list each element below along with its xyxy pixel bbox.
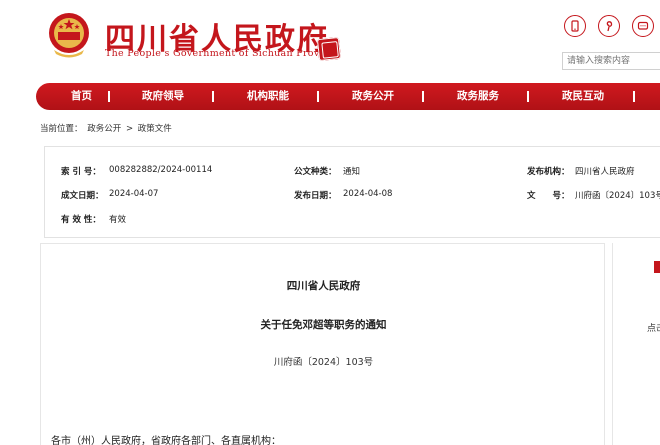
national-emblem-icon (49, 13, 89, 58)
breadcrumb-link-policy-documents[interactable]: 政策文件 (138, 124, 172, 134)
main-nav: 首页 政府领导 机构职能 政务公开 政务服务 政民互动 (36, 83, 660, 110)
site-subtitle: The People’s Government of Sichuan Provi… (105, 48, 341, 59)
nav-divider (317, 91, 319, 102)
nav-item-government-affairs[interactable]: 政务公开 (352, 83, 394, 110)
written-date-value: 2024-04-07 (109, 189, 159, 199)
nav-divider (108, 91, 110, 102)
phone-icon[interactable] (564, 15, 586, 37)
breadcrumb-separator: > (125, 124, 134, 134)
nav-item-leaders[interactable]: 政府领导 (142, 83, 184, 110)
document-body: 四川省人民政府 关于任免邓超等职务的通知 川府函〔2024〕103号 各市（州）… (40, 243, 605, 445)
written-date-label: 成文日期： (61, 191, 104, 201)
validity-label: 有 效 性： (61, 215, 101, 225)
document-salutation: 各市（州）人民政府，省政府各部门、各直属机构： (51, 436, 281, 445)
side-red-tab[interactable] (654, 261, 660, 273)
index-number-value: 008282882/2024-00114 (109, 165, 213, 175)
nav-divider (633, 91, 635, 102)
nav-item-services[interactable]: 政务服务 (457, 83, 499, 110)
seal-icon (316, 36, 342, 62)
message-icon[interactable] (632, 15, 654, 37)
breadcrumb-prefix: 当前位置： (40, 124, 83, 134)
document-number-value: 川府函〔2024〕103号 (575, 191, 660, 201)
nav-divider (212, 91, 214, 102)
breadcrumb: 当前位置： 政务公开 > 政策文件 (40, 122, 174, 134)
nav-divider (422, 91, 424, 102)
document-issuer: 四川省人民政府 (286, 280, 361, 292)
document-info-panel: 索 引 号： 008282882/2024-00114 公文种类： 通知 发布机… (44, 146, 660, 238)
issuing-agency-value: 四川省人民政府 (575, 167, 635, 177)
search-input[interactable] (562, 52, 660, 70)
document-number-label: 文 号： (527, 191, 570, 201)
issuing-agency-label: 发布机构： (527, 167, 570, 177)
site-header: 四川省人民政府 The People’s Government of Sichu… (0, 0, 660, 82)
nav-item-home[interactable]: 首页 (71, 83, 92, 110)
pinterest-icon[interactable] (598, 15, 620, 37)
side-panel (612, 243, 660, 445)
document-type-value: 通知 (343, 167, 361, 177)
breadcrumb-link-government-affairs[interactable]: 政务公开 (87, 124, 121, 134)
validity-value: 有效 (109, 215, 127, 225)
nav-item-institutions[interactable]: 机构职能 (247, 83, 289, 110)
side-link[interactable]: 点击 (647, 321, 660, 334)
publish-date-label: 发布日期： (294, 191, 337, 201)
document-title: 关于任免邓超等职务的通知 (260, 319, 387, 331)
nav-item-interaction[interactable]: 政民互动 (562, 83, 604, 110)
publish-date-value: 2024-04-08 (343, 189, 393, 199)
nav-divider (527, 91, 529, 102)
document-type-label: 公文种类： (294, 167, 337, 177)
document-number: 川府函〔2024〕103号 (273, 357, 374, 368)
index-number-label: 索 引 号： (61, 167, 101, 177)
